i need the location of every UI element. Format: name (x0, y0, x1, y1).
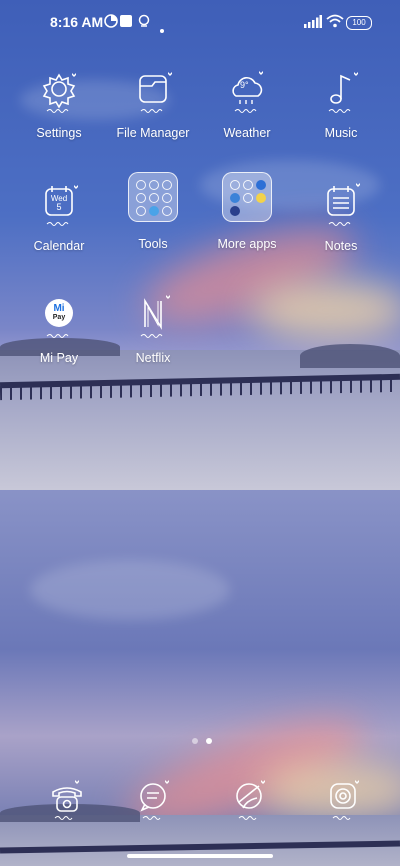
mi-pay-icon: Mi Pay (34, 295, 84, 345)
weather-temp: 9° (240, 80, 249, 90)
wallpaper-sea (0, 815, 400, 866)
calendar-icon: Wed 5 (34, 183, 84, 233)
music-note-icon (316, 70, 366, 120)
screenshot-icon (120, 14, 132, 32)
folder-tools-icon (128, 172, 178, 222)
page-dot-active[interactable] (206, 738, 213, 744)
app-label: Weather (223, 126, 271, 140)
app-label: Music (324, 126, 358, 140)
app-label: Netflix (135, 351, 171, 365)
messages-icon (140, 780, 169, 820)
wallpaper-sunset-glow (250, 280, 400, 340)
dock-messages[interactable] (133, 778, 177, 822)
dock-browser[interactable] (229, 778, 273, 822)
folder-more-apps-icon (222, 172, 272, 222)
app-label: Mi Pay (39, 351, 79, 365)
signal-icon (304, 15, 322, 33)
data-saver-icon (104, 14, 118, 33)
browser-icon (236, 780, 265, 820)
app-music[interactable]: Music (291, 70, 391, 140)
notification-dot-icon (160, 20, 164, 38)
app-label: Tools (138, 237, 168, 251)
app-label: Calendar (33, 239, 85, 253)
battery-indicator: 100 (346, 16, 372, 30)
app-mi-pay[interactable]: Mi Pay Mi Pay (9, 295, 109, 365)
page-indicator[interactable] (190, 731, 214, 749)
home-screen: 8:16 AM 100 Settings File Manager 9° Wea… (0, 0, 400, 866)
notes-icon (316, 183, 366, 233)
mi-pay-logo-text: Pay (52, 314, 66, 321)
wallpaper-hill (300, 344, 400, 368)
app-weather[interactable]: 9° Weather (197, 70, 297, 140)
camera-icon (330, 780, 359, 820)
home-indicator[interactable] (127, 854, 273, 858)
netflix-icon (128, 295, 178, 345)
status-bar: 8:16 AM 100 (0, 0, 400, 44)
folder-tools[interactable]: Tools (103, 172, 203, 251)
location-icon (138, 14, 150, 33)
phone-icon (52, 780, 82, 820)
app-label: More apps (217, 237, 277, 251)
wifi-icon (326, 14, 344, 33)
app-label: Settings (36, 126, 82, 140)
gear-icon (34, 70, 84, 120)
mi-pay-logo-text: Mi (53, 303, 65, 314)
wallpaper-cloud (30, 560, 230, 620)
page-dot[interactable] (192, 738, 198, 744)
dock-camera[interactable] (323, 778, 367, 822)
app-notes[interactable]: Notes (291, 183, 391, 253)
folder-more-apps[interactable]: More apps (197, 172, 297, 251)
app-calendar[interactable]: Wed 5 Calendar (9, 183, 109, 253)
cloud-icon: 9° (222, 70, 272, 120)
wallpaper-sea (0, 350, 400, 490)
app-label: File Manager (116, 126, 190, 140)
clock: 8:16 AM (50, 14, 104, 30)
app-file-manager[interactable]: File Manager (103, 70, 203, 140)
dock-phone[interactable] (45, 778, 89, 822)
folder-icon (128, 70, 178, 120)
app-settings[interactable]: Settings (9, 70, 109, 140)
app-label: Notes (324, 239, 358, 253)
calendar-date: 5 (56, 202, 62, 212)
app-netflix[interactable]: Netflix (103, 295, 203, 365)
